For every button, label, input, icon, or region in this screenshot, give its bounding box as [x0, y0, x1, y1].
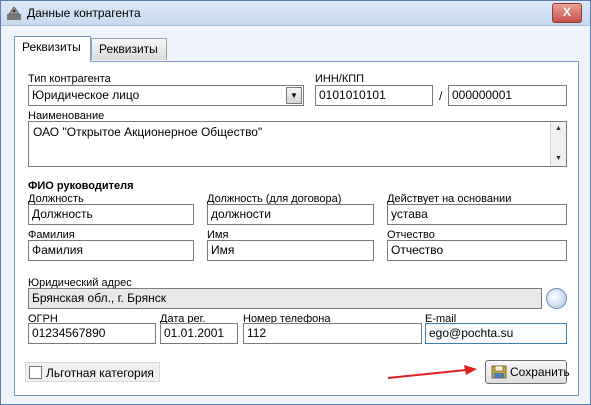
preferential-label: Льготная категория: [46, 366, 154, 380]
chevron-down-icon[interactable]: ▼: [286, 87, 302, 104]
ogrn-field[interactable]: 01234567890: [28, 323, 156, 344]
title-bar[interactable]: Данные контрагента X: [1, 1, 590, 26]
kpp-field[interactable]: 000000001: [448, 85, 567, 106]
preferential-checkbox[interactable]: [29, 366, 42, 379]
contractor-type-value: Юридическое лицо: [32, 88, 140, 102]
tab-requisites[interactable]: Реквизиты: [14, 36, 91, 62]
legal-address-field[interactable]: Брянская обл., г. Брянск: [28, 288, 542, 309]
scroll-down-icon[interactable]: ▼: [551, 152, 566, 166]
contractor-type-select[interactable]: Юридическое лицо ▼: [28, 85, 304, 106]
annotation-arrow-icon: [387, 365, 477, 379]
reg-date-field[interactable]: 01.01.2001: [160, 323, 238, 344]
position-contract-field[interactable]: должности: [207, 204, 374, 225]
scroll-up-icon[interactable]: ▲: [551, 122, 566, 136]
name-textarea[interactable]: ОАО "Открытое Акционерное Общество" ▲ ▼: [28, 121, 567, 167]
save-button-label: Сохранить: [510, 365, 570, 379]
inn-field[interactable]: 0101010101: [315, 85, 433, 106]
head-section-title: ФИО руководителя: [28, 180, 134, 192]
address-picker-icon[interactable]: [546, 288, 567, 309]
position-field[interactable]: Должность: [28, 204, 194, 225]
phone-field[interactable]: 112: [243, 323, 422, 344]
close-button[interactable]: X: [552, 3, 582, 23]
last-name-field[interactable]: Фамилия: [28, 240, 194, 261]
contractor-type-label: Тип контрагента: [28, 73, 111, 85]
inn-kpp-separator: /: [439, 89, 443, 103]
inn-kpp-label: ИНН/КПП: [315, 73, 365, 85]
first-name-field[interactable]: Имя: [207, 240, 374, 261]
acts-basis-field[interactable]: устава: [387, 204, 567, 225]
save-icon: [491, 365, 507, 379]
form-panel: Тип контрагента Юридическое лицо ▼ ИНН/К…: [14, 61, 579, 396]
preferential-checkbox-group[interactable]: Льготная категория: [25, 362, 160, 382]
name-scrollbar[interactable]: ▲ ▼: [550, 122, 566, 166]
save-button[interactable]: Сохранить: [485, 360, 570, 384]
name-value: ОАО "Открытое Акционерное Общество": [33, 125, 263, 139]
app-icon: [7, 6, 21, 20]
tab-requisites-2[interactable]: Реквизиты: [91, 38, 167, 60]
window-title: Данные контрагента: [27, 6, 141, 20]
contractor-window: Данные контрагента X Реквизиты Реквизиты…: [0, 0, 591, 405]
patronymic-field[interactable]: Отчество: [387, 240, 567, 261]
email-field[interactable]: ego@pochta.su: [425, 323, 567, 344]
